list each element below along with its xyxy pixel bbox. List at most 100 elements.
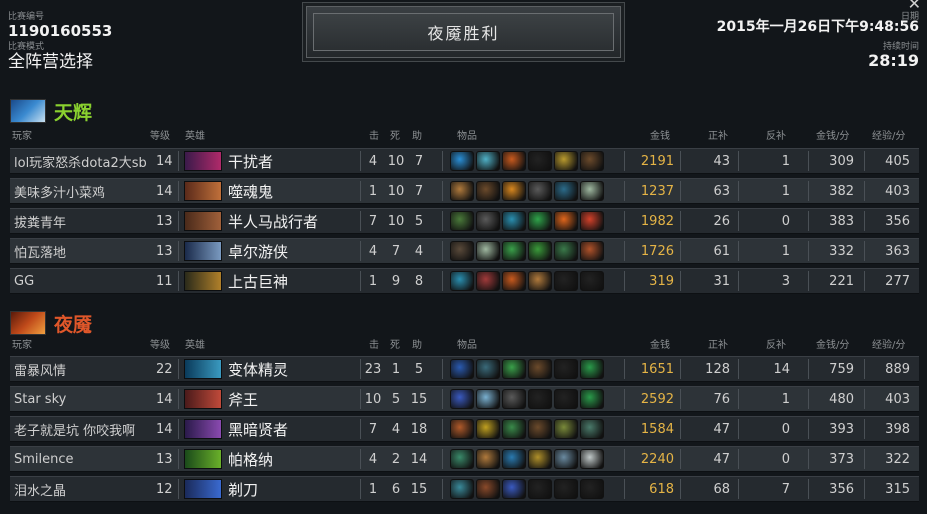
item-icon[interactable] xyxy=(502,211,526,231)
item-icon[interactable] xyxy=(450,449,474,469)
item-icon[interactable] xyxy=(476,449,500,469)
item-icon[interactable] xyxy=(528,151,552,171)
item-icon[interactable] xyxy=(476,389,500,409)
item-icon[interactable] xyxy=(450,479,474,499)
item-icon[interactable] xyxy=(450,151,474,171)
item-icon[interactable] xyxy=(554,271,578,291)
item-icon[interactable] xyxy=(580,449,604,469)
item-icon[interactable] xyxy=(450,241,474,261)
hero-name: 斧王 xyxy=(228,390,259,409)
dire-column-headers: 玩家 等级 英雄 击死 助 物品 金钱 正补 反补 金钱/分 经验/分 xyxy=(0,336,927,351)
column-divider xyxy=(442,419,443,439)
item-icon[interactable] xyxy=(502,479,526,499)
item-icon[interactable] xyxy=(580,359,604,379)
item-icon[interactable] xyxy=(554,359,578,379)
item-icon[interactable] xyxy=(476,419,500,439)
player-row[interactable]: 拔粪青年 13 半人马战行者 7 10 5 1982 26 0 383 356 xyxy=(10,208,919,234)
player-row[interactable]: 雷暴风情 22 变体精灵 23 1 5 1651 128 14 759 889 xyxy=(10,356,919,382)
item-icon[interactable] xyxy=(554,181,578,201)
item-icon[interactable] xyxy=(528,271,552,291)
hero-portrait-image xyxy=(184,241,222,261)
item-icon[interactable] xyxy=(528,449,552,469)
denies: 0 xyxy=(781,421,790,437)
denies: 0 xyxy=(781,451,790,467)
item-icon[interactable] xyxy=(450,389,474,409)
denies: 1 xyxy=(781,183,790,199)
item-icon[interactable] xyxy=(450,211,474,231)
item-icon[interactable] xyxy=(528,181,552,201)
item-icon[interactable] xyxy=(528,359,552,379)
item-slots xyxy=(450,151,604,173)
item-icon[interactable] xyxy=(528,389,552,409)
hero-name: 帕格纳 xyxy=(228,450,274,469)
item-icon[interactable] xyxy=(554,389,578,409)
item-icon[interactable] xyxy=(476,181,500,201)
item-icon[interactable] xyxy=(476,479,500,499)
item-icon[interactable] xyxy=(554,479,578,499)
item-icon[interactable] xyxy=(554,449,578,469)
item-icon[interactable] xyxy=(502,151,526,171)
item-icon[interactable] xyxy=(554,211,578,231)
item-icon[interactable] xyxy=(476,271,500,291)
column-divider xyxy=(624,181,625,201)
match-date: 2015年一月26日下午9:48:56 xyxy=(716,19,919,35)
hero-name: 半人马战行者 xyxy=(228,212,319,231)
item-icon[interactable] xyxy=(554,151,578,171)
item-icon[interactable] xyxy=(580,211,604,231)
player-row[interactable]: Star sky 14 斧王 10 5 15 2592 76 1 480 403 xyxy=(10,386,919,412)
item-icon[interactable] xyxy=(476,241,500,261)
item-icon[interactable] xyxy=(450,271,474,291)
item-icon[interactable] xyxy=(502,359,526,379)
item-icon[interactable] xyxy=(554,419,578,439)
item-icon[interactable] xyxy=(502,181,526,201)
item-icon[interactable] xyxy=(580,479,604,499)
item-icon[interactable] xyxy=(476,211,500,231)
item-icon[interactable] xyxy=(502,241,526,261)
kills: 4 xyxy=(368,451,378,467)
column-divider xyxy=(738,359,739,379)
column-header-denies: 反补 xyxy=(766,340,786,351)
player-row[interactable]: 怕瓦落地 13 卓尔游侠 4 7 4 1726 61 1 332 363 xyxy=(10,238,919,264)
item-icon[interactable] xyxy=(450,359,474,379)
item-icon[interactable] xyxy=(580,181,604,201)
item-icon[interactable] xyxy=(580,151,604,171)
player-name: GG xyxy=(14,273,35,289)
player-row[interactable]: GG 11 上古巨神 1 9 8 319 31 3 221 277 xyxy=(10,268,919,294)
item-icon[interactable] xyxy=(476,359,500,379)
close-icon[interactable]: ✕ xyxy=(908,0,921,13)
item-icon[interactable] xyxy=(580,419,604,439)
item-icon[interactable] xyxy=(502,419,526,439)
item-slots xyxy=(450,389,604,411)
item-slots xyxy=(450,449,604,471)
item-icon[interactable] xyxy=(580,389,604,409)
item-slots xyxy=(450,271,604,293)
player-name: 泪水之晶 xyxy=(14,483,67,499)
player-row[interactable]: 泪水之晶 12 剃刀 1 6 15 618 68 7 356 315 xyxy=(10,476,919,502)
item-icon[interactable] xyxy=(528,479,552,499)
column-divider xyxy=(442,211,443,231)
player-row[interactable]: 美味多汁小菜鸡 14 噬魂鬼 1 10 7 1237 63 1 382 403 xyxy=(10,178,919,204)
player-row[interactable]: 老子就是坑 你咬我啊 14 黑暗贤者 7 4 18 1584 47 0 393 398 xyxy=(10,416,919,442)
column-divider xyxy=(738,211,739,231)
item-icon[interactable] xyxy=(450,419,474,439)
player-row[interactable]: lol玩家怒杀dota2大sb 14 干扰者 4 10 7 2191 43 1 309 405 xyxy=(10,148,919,174)
hero-portrait-image xyxy=(184,419,222,439)
column-divider xyxy=(864,151,865,171)
item-icon[interactable] xyxy=(580,271,604,291)
column-divider xyxy=(680,449,681,469)
item-icon[interactable] xyxy=(502,389,526,409)
item-icon[interactable] xyxy=(580,241,604,261)
radiant-name: 天辉 xyxy=(54,101,93,124)
item-icon[interactable] xyxy=(528,419,552,439)
item-icon[interactable] xyxy=(502,271,526,291)
column-divider xyxy=(360,479,361,499)
item-icon[interactable] xyxy=(554,241,578,261)
item-icon[interactable] xyxy=(450,181,474,201)
assists: 4 xyxy=(414,243,424,259)
item-icon[interactable] xyxy=(528,211,552,231)
player-row[interactable]: Smilence 13 帕格纳 4 2 14 2240 47 0 373 322 xyxy=(10,446,919,472)
item-icon[interactable] xyxy=(528,241,552,261)
match-mode: 全阵营选择 xyxy=(8,52,93,72)
item-icon[interactable] xyxy=(476,151,500,171)
item-icon[interactable] xyxy=(502,449,526,469)
